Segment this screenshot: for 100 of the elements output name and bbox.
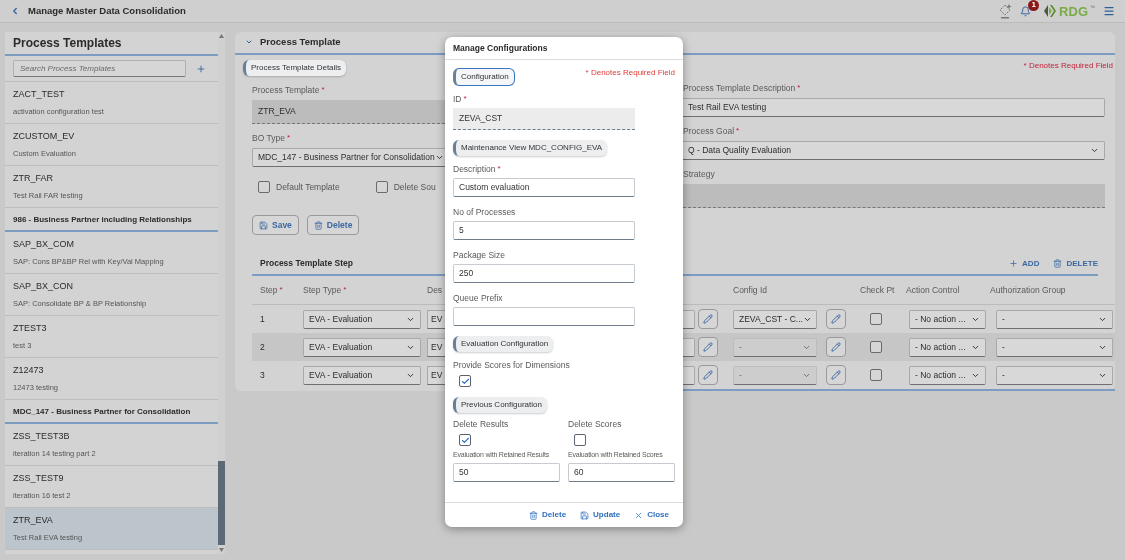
section-tag: Evaluation Configuration	[453, 336, 554, 352]
input-field[interactable]: 5	[453, 221, 635, 240]
step-type-dropdown[interactable]: EVA - Evaluation	[303, 309, 421, 329]
checkbox[interactable]	[870, 341, 882, 353]
item-name: Z12473	[13, 364, 45, 378]
checkbox[interactable]	[459, 375, 471, 387]
table-action-button[interactable]: ADD	[1009, 257, 1040, 270]
required-mark: *	[497, 164, 501, 173]
edit-button[interactable]	[826, 309, 846, 329]
checkbox[interactable]	[459, 434, 471, 446]
description-field[interactable]: EV	[427, 337, 445, 357]
checkbox[interactable]	[375, 181, 388, 193]
field-label: Action Control	[906, 284, 960, 296]
input-field[interactable]: Test Rail EVA testing	[683, 97, 1105, 117]
checkbox[interactable]	[870, 313, 882, 325]
item-name: SAP_BX_CON	[13, 280, 75, 294]
edit-button[interactable]	[826, 337, 846, 357]
search-field[interactable]: Search Process Templates	[13, 60, 186, 77]
description-field[interactable]: EV	[427, 309, 445, 329]
checkbox-label: Delete Sou	[393, 180, 436, 194]
action-dropdown[interactable]: - No action ...	[909, 365, 986, 385]
section-tag: Configuration	[453, 68, 515, 86]
description-field[interactable]: EV	[427, 365, 445, 385]
input-field[interactable]	[453, 307, 635, 326]
required-note: * Denotes Required Field	[1023, 59, 1113, 72]
field-label: Process Template	[252, 84, 320, 96]
input-field[interactable]: 60	[568, 463, 675, 482]
required-mark: *	[286, 132, 291, 142]
page-title: Manage Master Data Consolidation	[28, 3, 186, 18]
readonly-field: ZEVA_CST	[453, 108, 635, 130]
checkbox[interactable]	[870, 369, 882, 381]
scroll-down-icon[interactable]	[219, 548, 224, 552]
config-dropdown[interactable]: ZEVA_CST - C...	[733, 309, 817, 329]
input-field[interactable]: 50	[453, 463, 560, 482]
description-field[interactable]	[683, 365, 695, 385]
dialog-button[interactable]: Update	[580, 509, 621, 521]
field-label: Des	[427, 284, 443, 296]
required-mark: *	[343, 284, 347, 294]
section-tag: Maintenance View MDC_CONFIG_EVA	[453, 140, 608, 156]
scroll-up-icon[interactable]	[219, 34, 224, 38]
edit-button[interactable]	[698, 365, 718, 385]
description-field[interactable]	[683, 309, 695, 329]
section-tag: Process Template Details	[243, 59, 347, 76]
step-type-dropdown[interactable]: EVA - Evaluation	[303, 365, 421, 385]
field-label: Process Goal	[683, 125, 735, 137]
step-type-dropdown[interactable]: EVA - Evaluation	[303, 337, 421, 357]
description-field[interactable]	[683, 337, 695, 357]
steps-title: Process Template Step	[259, 257, 353, 271]
logo-icon	[1043, 4, 1058, 18]
edit-button[interactable]	[698, 309, 718, 329]
bell-icon[interactable]	[1020, 5, 1032, 17]
pencil-icon	[831, 342, 841, 352]
scrollbar-thumb[interactable]	[218, 461, 225, 545]
input-field[interactable]: Custom evaluation	[453, 178, 635, 197]
field-label: ID	[453, 94, 462, 105]
item-name: ZSS_TEST9	[13, 472, 65, 486]
checkbox[interactable]	[258, 181, 270, 193]
group-dropdown[interactable]: -	[996, 309, 1113, 329]
field-label: Authorization Group	[990, 284, 1066, 296]
field-label: Step Type	[303, 284, 342, 296]
action-dropdown[interactable]: - No action ...	[909, 337, 986, 357]
edit-button[interactable]	[826, 365, 846, 385]
panel-title: Process Template	[260, 35, 341, 50]
step-number: 2	[259, 340, 266, 354]
table-action-button[interactable]: DELETE	[1053, 257, 1098, 270]
item-name: ZACT_TEST	[13, 88, 66, 102]
required-note: * Denotes Required Field	[585, 67, 675, 79]
item-name: ZTEST3	[13, 322, 48, 336]
pencil-icon	[703, 342, 713, 352]
required-mark: *	[321, 84, 325, 94]
required-mark: *	[463, 94, 467, 103]
dialog-button[interactable]: Close	[634, 509, 669, 521]
action-button[interactable]: Save	[252, 215, 299, 236]
edit-button[interactable]	[698, 337, 718, 357]
group-dropdown[interactable]: -	[996, 337, 1113, 357]
field-label: Check Pt	[860, 284, 895, 296]
save-icon	[259, 220, 268, 230]
logo-text: RDG	[1059, 4, 1088, 18]
add-icon[interactable]	[196, 63, 206, 74]
check-icon	[460, 376, 470, 386]
action-button[interactable]: Delete	[306, 215, 360, 236]
action-dropdown[interactable]: - No action ...	[909, 309, 986, 329]
pencil-icon	[703, 314, 713, 324]
step-number: 3	[259, 368, 266, 382]
input-field[interactable]: 250	[453, 264, 635, 283]
readonly-field: ZTR_EVA	[252, 99, 445, 124]
field-label: Queue Prefix	[453, 293, 503, 304]
group-dropdown[interactable]: -	[996, 365, 1113, 385]
close-icon	[634, 510, 644, 520]
field-label: Step	[260, 284, 278, 296]
dropdown[interactable]: MDC_147 - Business Partner for Consolidation	[252, 147, 445, 167]
dialog-button[interactable]: Delete	[529, 509, 567, 521]
menu-icon[interactable]	[1103, 5, 1115, 17]
field-label: Package Size	[453, 250, 505, 261]
back-icon[interactable]	[10, 6, 20, 16]
dropdown[interactable]: Q - Data Quality Evaluation	[683, 140, 1105, 160]
save-icon	[580, 510, 590, 520]
plus-icon	[1009, 259, 1019, 269]
checkbox[interactable]	[574, 434, 586, 446]
sidebar-title: Process Templates	[13, 35, 122, 52]
